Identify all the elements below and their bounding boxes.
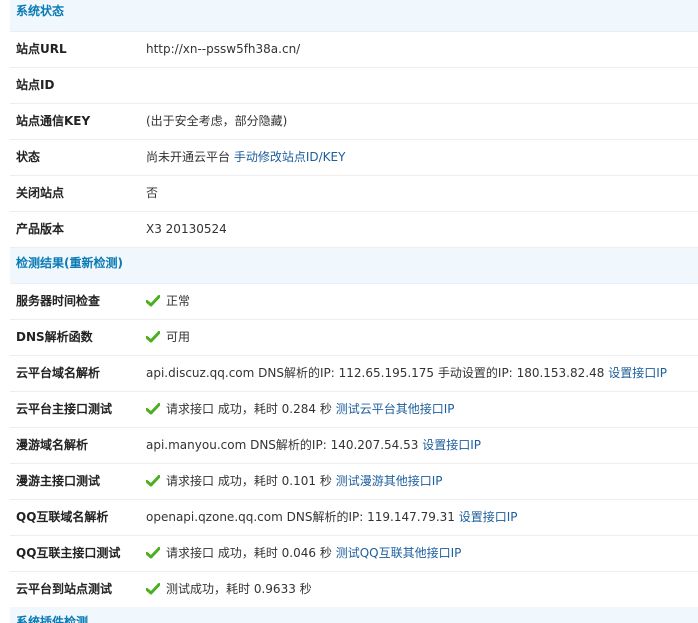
dns-ip: 112.65.195.175	[338, 366, 435, 380]
test-qq-other-ip-link[interactable]: 测试QQ互联其他接口IP	[336, 546, 462, 560]
row-cloud-dns: 云平台域名解析 api.discuz.qq.com DNS解析的IP: 112.…	[10, 356, 698, 392]
row-label: 状态	[16, 150, 41, 164]
section-title: 系统状态	[16, 4, 65, 18]
elapsed-time: 0.9633	[253, 582, 296, 596]
row-label: 云平台域名解析	[16, 366, 101, 380]
manual-ip: 180.153.82.48	[516, 366, 605, 380]
row-label: 站点ID	[16, 78, 55, 92]
cloud-to-site-value: 测试成功，耗时 0.9633 秒	[146, 572, 312, 606]
close-site-value: 否	[146, 186, 159, 200]
server-time-value: 正常	[146, 284, 190, 318]
manual-ip-label: 手动设置的IP:	[437, 366, 513, 380]
recheck-link[interactable]: 重新检测	[70, 256, 118, 270]
row-version: 产品版本 X3 20130524	[10, 212, 698, 248]
row-dns-function: DNS解析函数 可用	[10, 320, 698, 356]
section-header-check-results: 检测结果(重新检测)	[10, 248, 698, 284]
check-icon	[146, 583, 160, 595]
dns-ip-label: DNS解析的IP:	[250, 438, 327, 452]
section-title-suffix: )	[117, 256, 123, 270]
set-qq-api-ip-link[interactable]: 设置接口IP	[459, 510, 518, 524]
section-header-system-status: 系统状态	[10, 0, 698, 32]
dns-ip-label: DNS解析的IP:	[286, 510, 364, 524]
check-icon	[146, 403, 160, 415]
row-state: 状态 尚未开通云平台 手动修改站点ID/KEY	[10, 140, 698, 176]
row-label: 漫游域名解析	[16, 438, 89, 452]
site-url-value: http://xn--pssw5fh38a.cn/	[146, 42, 301, 56]
row-label: 关闭站点	[16, 186, 65, 200]
time-unit: 秒	[319, 402, 332, 416]
row-site-id: 站点ID	[10, 68, 698, 104]
edit-site-id-key-link[interactable]: 手动修改站点ID/KEY	[234, 150, 346, 164]
row-site-key: 站点通信KEY (出于安全考虑，部分隐藏)	[10, 104, 698, 140]
section-header-plugin-check: 系统插件检测	[10, 607, 698, 623]
row-label: 云平台主接口测试	[16, 402, 113, 416]
row-server-time: 服务器时间检查 正常	[10, 284, 698, 320]
row-label: 站点通信KEY	[16, 114, 91, 128]
manyou-dns-value: api.manyou.com DNS解析的IP: 140.207.54.53 设…	[146, 428, 481, 462]
time-unit: 秒	[299, 582, 312, 596]
status-text: 可用	[166, 330, 191, 344]
row-manyou-dns: 漫游域名解析 api.manyou.com DNS解析的IP: 140.207.…	[10, 428, 698, 464]
test-result-text: 请求接口 成功，耗时	[166, 474, 278, 488]
set-cloud-api-ip-link[interactable]: 设置接口IP	[608, 366, 667, 380]
row-cloud-api-test: 云平台主接口测试 请求接口 成功，耗时 0.284 秒 测试云平台其他接口IP	[10, 392, 698, 428]
time-unit: 秒	[319, 546, 332, 560]
state-value: 尚未开通云平台 手动修改站点ID/KEY	[146, 140, 345, 174]
test-result-text: 请求接口 成功，耗时	[166, 546, 278, 560]
row-label: QQ互联域名解析	[16, 510, 109, 524]
elapsed-time: 0.046	[281, 546, 317, 560]
row-label: QQ互联主接口测试	[16, 546, 121, 560]
qq-host: openapi.qzone.qq.com	[146, 510, 283, 524]
cloud-diagnostics-panel: 系统状态 站点URL http://xn--pssw5fh38a.cn/ 站点I…	[0, 0, 698, 623]
time-unit: 秒	[319, 474, 332, 488]
elapsed-time: 0.101	[281, 474, 317, 488]
row-qq-api-test: QQ互联主接口测试 请求接口 成功，耗时 0.046 秒 测试QQ互联其他接口I…	[10, 536, 698, 572]
section-title: 检测结果(重新检测)	[16, 248, 123, 278]
cloud-host: api.discuz.qq.com	[146, 366, 255, 380]
section-title: 系统插件检测	[16, 615, 89, 623]
test-cloud-other-ip-link[interactable]: 测试云平台其他接口IP	[336, 402, 455, 416]
row-label: 云平台到站点测试	[16, 582, 113, 596]
row-manyou-api-test: 漫游主接口测试 请求接口 成功，耗时 0.101 秒 测试漫游其他接口IP	[10, 464, 698, 500]
row-label: 服务器时间检查	[16, 294, 101, 308]
check-icon	[146, 547, 160, 559]
status-text: 正常	[166, 294, 191, 308]
row-cloud-to-site-test: 云平台到站点测试 测试成功，耗时 0.9633 秒	[10, 572, 698, 608]
row-label: 站点URL	[16, 42, 67, 56]
qq-dns-value: openapi.qzone.qq.com DNS解析的IP: 119.147.7…	[146, 500, 518, 534]
version-value: X3 20130524	[146, 222, 227, 236]
set-manyou-api-ip-link[interactable]: 设置接口IP	[422, 438, 481, 452]
state-text: 尚未开通云平台	[146, 150, 231, 164]
qq-api-test-value: 请求接口 成功，耗时 0.046 秒 测试QQ互联其他接口IP	[146, 536, 461, 570]
test-result-text: 测试成功，耗时	[166, 582, 251, 596]
section-title-prefix: 检测结果(	[16, 256, 70, 270]
row-label: DNS解析函数	[16, 330, 93, 344]
dns-ip-label: DNS解析的IP:	[258, 366, 335, 380]
dns-function-value: 可用	[146, 320, 190, 354]
check-icon	[146, 331, 160, 343]
elapsed-time: 0.284	[281, 402, 317, 416]
dns-ip: 119.147.79.31	[367, 510, 455, 524]
row-close-site: 关闭站点 否	[10, 176, 698, 212]
site-key-value: (出于安全考虑，部分隐藏)	[146, 114, 288, 128]
row-label: 产品版本	[16, 222, 65, 236]
dns-ip: 140.207.54.53	[330, 438, 419, 452]
test-manyou-other-ip-link[interactable]: 测试漫游其他接口IP	[336, 474, 443, 488]
test-result-text: 请求接口 成功，耗时	[166, 402, 278, 416]
row-site-url: 站点URL http://xn--pssw5fh38a.cn/	[10, 32, 698, 68]
check-icon	[146, 295, 160, 307]
check-icon	[146, 475, 160, 487]
manyou-host: api.manyou.com	[146, 438, 247, 452]
row-qq-dns: QQ互联域名解析 openapi.qzone.qq.com DNS解析的IP: …	[10, 500, 698, 536]
row-label: 漫游主接口测试	[16, 474, 101, 488]
cloud-api-test-value: 请求接口 成功，耗时 0.284 秒 测试云平台其他接口IP	[146, 392, 454, 426]
cloud-dns-value: api.discuz.qq.com DNS解析的IP: 112.65.195.1…	[146, 356, 667, 390]
manyou-api-test-value: 请求接口 成功，耗时 0.101 秒 测试漫游其他接口IP	[146, 464, 442, 498]
